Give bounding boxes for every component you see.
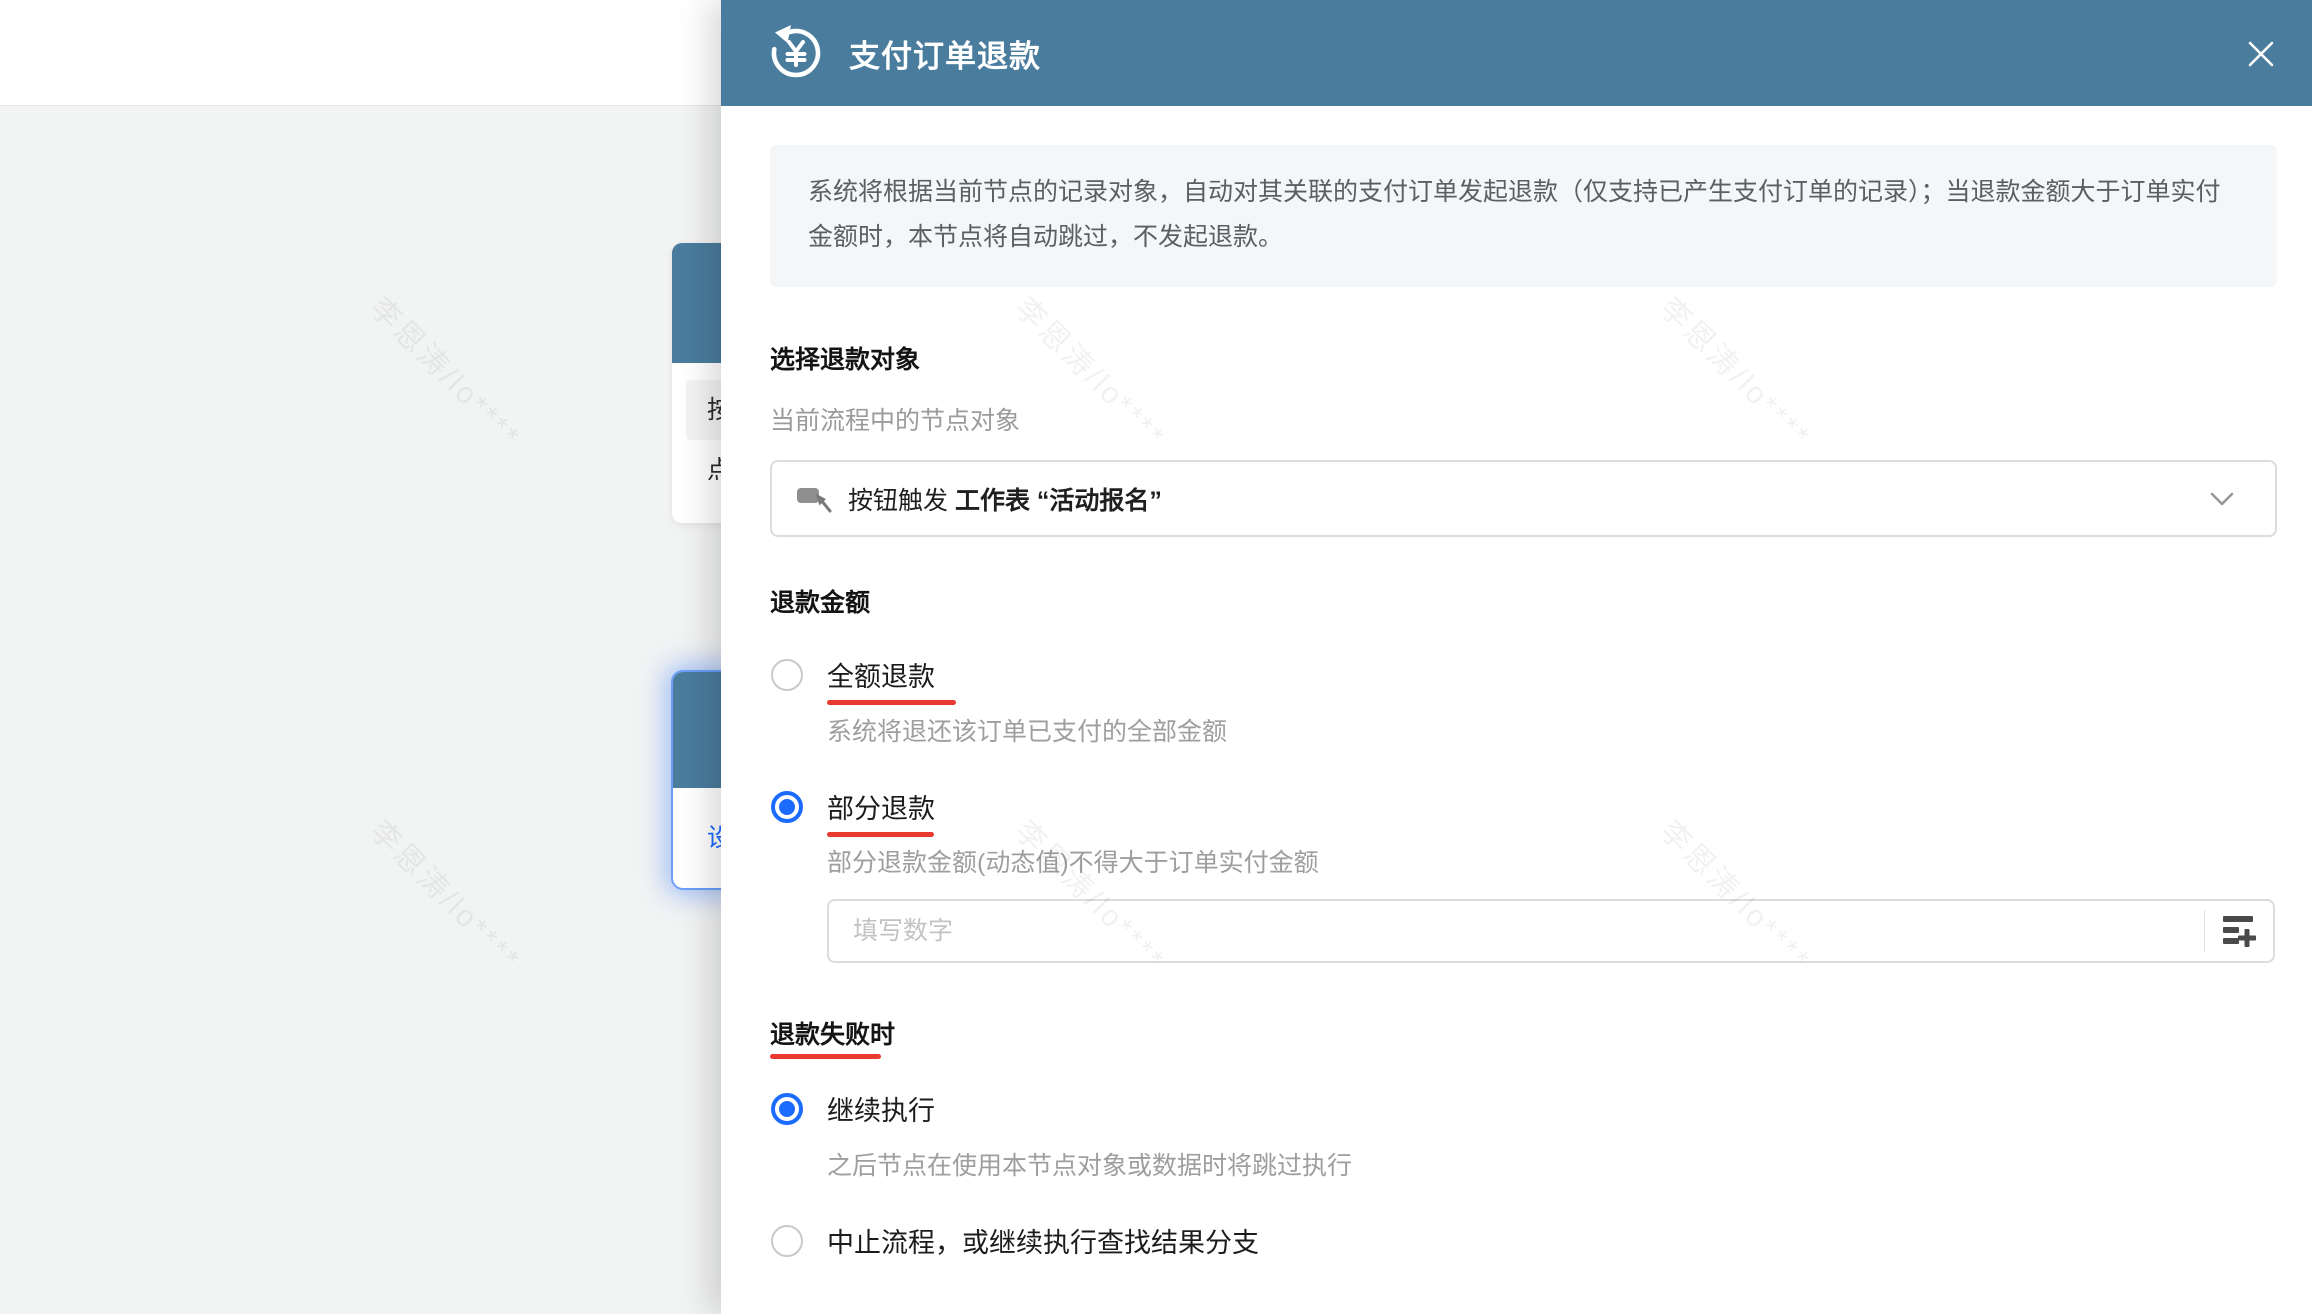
refund-target-select[interactable]: 按钮触发 工作表 “活动报名”	[770, 460, 2277, 537]
button-trigger-icon	[796, 483, 832, 515]
chevron-down-icon	[2209, 491, 2235, 507]
radio-label: 全额退款	[827, 655, 935, 694]
partial-refund-desc: 部分退款金额(动态值)不得大于订单实付金额	[827, 843, 1319, 879]
red-underline	[827, 832, 934, 837]
dynamic-value-icon	[2221, 913, 2257, 949]
refund-target-subtext: 当前流程中的节点对象	[770, 401, 1020, 437]
radio-option-abort[interactable]: 中止流程，或继续执行查找结果分支	[771, 1221, 1259, 1260]
refund-icon	[766, 23, 826, 83]
radio-unchecked-icon[interactable]	[771, 1225, 803, 1257]
continue-desc: 之后节点在使用本节点对象或数据时将跳过执行	[827, 1146, 1352, 1182]
refund-config-drawer: 支付订单退款 系统将根据当前节点的记录对象，自动对其关联的支付订单发起退款（仅支…	[721, 0, 2312, 1314]
radio-label: 中止流程，或继续执行查找结果分支	[827, 1221, 1259, 1260]
full-refund-desc: 系统将退还该订单已支付的全部金额	[827, 712, 1227, 748]
selected-worksheet: 工作表 “活动报名”	[955, 487, 1162, 515]
radio-option-partial-refund[interactable]: 部分退款	[771, 787, 935, 826]
radio-checked-icon[interactable]	[771, 1093, 803, 1125]
drawer-title: 支付订单退款	[849, 31, 1041, 76]
section-label-refund-fail: 退款失败时	[770, 1015, 895, 1051]
refund-amount-field	[827, 899, 2275, 963]
section-label-refund-amount: 退款金额	[770, 583, 870, 619]
radio-label: 部分退款	[827, 787, 935, 826]
red-underline	[770, 1054, 881, 1059]
refund-amount-input[interactable]	[829, 901, 2204, 961]
radio-label: 继续执行	[827, 1089, 935, 1128]
drawer-header: 支付订单退款	[721, 0, 2312, 106]
selected-trigger-prefix: 按钮触发	[848, 487, 948, 515]
section-label-refund-target: 选择退款对象	[770, 340, 920, 376]
red-underline	[827, 700, 956, 705]
radio-option-continue[interactable]: 继续执行	[771, 1089, 935, 1128]
refund-notice: 系统将根据当前节点的记录对象，自动对其关联的支付订单发起退款（仅支持已产生支付订…	[770, 145, 2277, 287]
radio-option-full-refund[interactable]: 全额退款	[771, 655, 935, 694]
dynamic-value-button[interactable]	[2205, 901, 2273, 961]
radio-unchecked-icon[interactable]	[771, 659, 803, 691]
radio-checked-icon[interactable]	[771, 791, 803, 823]
close-icon[interactable]	[2242, 35, 2280, 73]
